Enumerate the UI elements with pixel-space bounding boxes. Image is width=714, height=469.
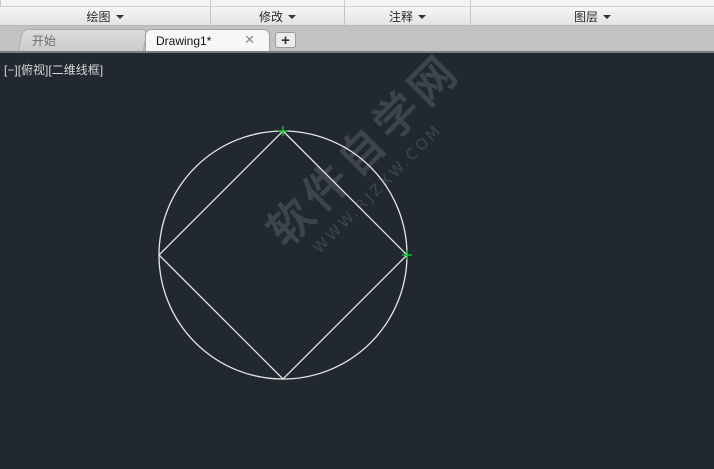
tab-start[interactable]: 开始 [17,29,149,51]
drawing-canvas[interactable]: [−][俯视][二维线框] 软件自学网 WWW.RJZXW.COM [0,44,714,469]
chevron-down-icon [288,14,296,19]
tab-drawing1-label: Drawing1* [156,33,212,48]
ribbon-panel-annotate[interactable]: 注释 [345,7,471,25]
chevron-down-icon [603,14,611,19]
autocad-window: 绘图 修改 注释 图层 开始 Drawing1* ✕ + [−][俯视][二维线… [0,0,714,469]
ribbon-panel-modify-label: 修改 [258,9,283,24]
square-entity[interactable] [158,130,408,380]
ribbon-panel-draw-label: 绘图 [86,9,111,24]
drawing-geometry [158,126,412,380]
new-tab-button[interactable]: + [275,32,296,48]
chevron-down-icon [418,14,426,19]
chevron-down-icon [115,14,124,19]
file-tab-bar: 开始 Drawing1* ✕ + [0,26,714,53]
circle-entity[interactable] [158,130,408,380]
close-icon[interactable]: ✕ [244,33,255,47]
tab-drawing1[interactable]: Drawing1* ✕ [145,29,270,51]
ribbon-panel-annotate-label: 注释 [388,9,413,24]
ribbon-panel-draw[interactable]: 绘图 [0,7,211,25]
ribbon-panel-titles: 绘图 修改 注释 图层 [0,6,714,26]
ribbon-panel-layers-label: 图层 [573,9,598,24]
ribbon-panel-layers[interactable]: 图层 [471,7,714,25]
tab-start-label: 开始 [31,34,56,48]
ribbon-panel-modify[interactable]: 修改 [211,7,345,25]
